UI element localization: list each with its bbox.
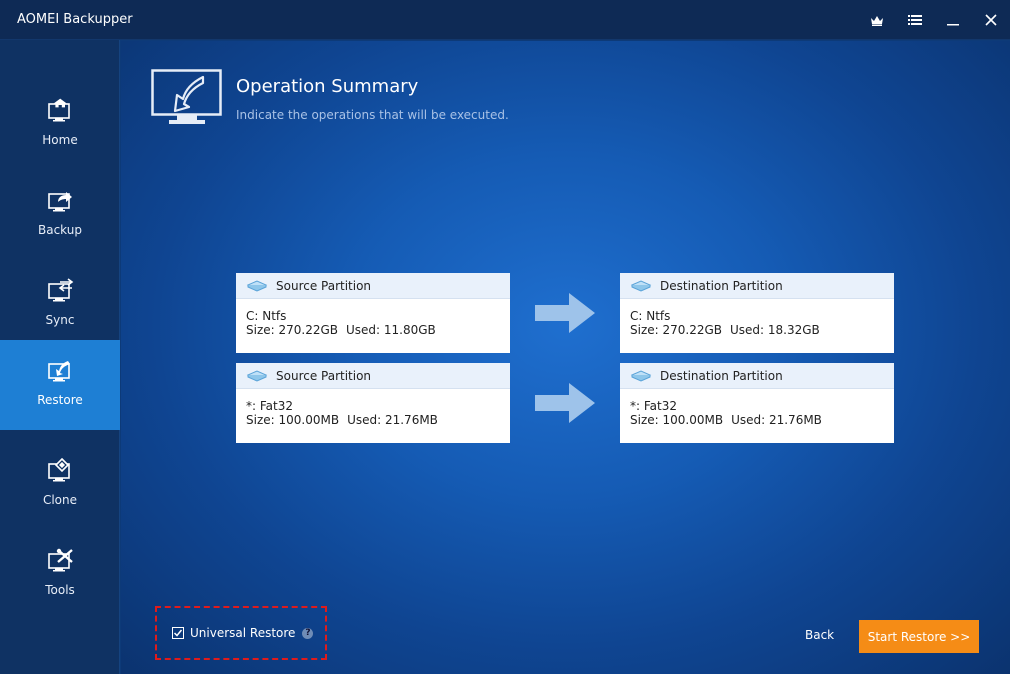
window-controls — [858, 0, 1010, 40]
menu-icon — [908, 15, 922, 25]
sidebar-item-clone[interactable]: Clone — [0, 440, 120, 530]
card-title: Destination Partition — [660, 278, 783, 293]
minimize-button[interactable] — [934, 0, 972, 40]
arrow-right-icon — [535, 293, 595, 333]
partition-size: Size: 100.00MB — [246, 413, 340, 427]
universal-restore-highlight: Universal Restore ? — [155, 606, 327, 660]
back-button[interactable]: Back — [805, 628, 834, 642]
destination-partition-card: Destination Partition *: Fat32 Size: 100… — [620, 363, 894, 443]
sidebar-item-home[interactable]: Home — [0, 80, 120, 170]
card-header: Destination Partition — [620, 363, 894, 389]
card-body: *: Fat32 Size: 100.00MB Used: 21.76MB — [620, 389, 894, 427]
source-partition-card: Source Partition *: Fat32 Size: 100.00MB… — [236, 363, 510, 443]
partition-stats: Size: 270.22GB Used: 11.80GB — [246, 323, 510, 337]
card-header: Destination Partition — [620, 273, 894, 299]
title-bar: AOMEI Backupper — [0, 0, 1010, 40]
sidebar: Home Backup Sync Restore Clone Tools — [0, 40, 120, 674]
destination-partition-card: Destination Partition C: Ntfs Size: 270.… — [620, 273, 894, 353]
page-subtitle: Indicate the operations that will be exe… — [236, 108, 509, 122]
disk-icon — [630, 279, 652, 292]
start-restore-button[interactable]: Start Restore >> — [859, 620, 979, 653]
partition-used: Used: 21.76MB — [347, 413, 438, 427]
tools-icon — [48, 548, 73, 572]
sidebar-item-label: Backup — [38, 223, 82, 237]
main-panel: Operation Summary Indicate the operation… — [121, 41, 1010, 674]
backup-icon — [48, 192, 72, 212]
card-header: Source Partition — [236, 363, 510, 389]
partition-size: Size: 270.22GB — [246, 323, 339, 337]
card-body: C: Ntfs Size: 270.22GB Used: 11.80GB — [236, 299, 510, 337]
close-button[interactable] — [972, 0, 1010, 40]
sidebar-item-tools[interactable]: Tools — [0, 530, 120, 620]
partition-stats: Size: 100.00MB Used: 21.76MB — [246, 413, 510, 427]
restore-monitor-icon — [151, 69, 222, 124]
menu-button[interactable] — [896, 0, 934, 40]
sidebar-item-label: Home — [42, 133, 78, 147]
help-icon[interactable]: ? — [302, 627, 314, 639]
partition-used: Used: 21.76MB — [731, 413, 822, 427]
home-icon — [48, 98, 70, 122]
partition-name: C: Ntfs — [630, 309, 671, 323]
crown-icon — [871, 16, 883, 26]
page-title: Operation Summary — [236, 76, 419, 97]
universal-restore-checkbox[interactable] — [172, 627, 184, 639]
sidebar-item-label: Clone — [42, 493, 78, 507]
card-title: Source Partition — [276, 368, 372, 383]
card-body: C: Ntfs Size: 270.22GB Used: 18.32GB — [620, 299, 894, 337]
card-body: *: Fat32 Size: 100.00MB Used: 21.76MB — [236, 389, 510, 427]
partition-stats: Size: 100.00MB Used: 21.76MB — [630, 413, 894, 427]
partition-used: Used: 18.32GB — [730, 323, 820, 337]
disk-icon — [246, 369, 268, 382]
minimize-icon — [947, 24, 959, 26]
sidebar-item-label: Restore — [37, 393, 83, 407]
app-title: AOMEI Backupper — [17, 12, 133, 27]
partition-name: *: Fat32 — [630, 399, 677, 413]
disk-icon — [630, 369, 652, 382]
sidebar-item-sync[interactable]: Sync — [0, 260, 120, 350]
card-header: Source Partition — [236, 273, 510, 299]
close-icon — [985, 14, 997, 26]
disk-icon — [246, 279, 268, 292]
partition-stats: Size: 270.22GB Used: 18.32GB — [630, 323, 894, 337]
card-title: Destination Partition — [660, 368, 783, 383]
sidebar-item-backup[interactable]: Backup — [0, 170, 120, 260]
clone-icon — [48, 458, 70, 482]
partition-size: Size: 100.00MB — [630, 413, 724, 427]
card-title: Source Partition — [276, 278, 372, 293]
sidebar-item-label: Sync — [45, 313, 75, 327]
sidebar-item-label: Tools — [45, 583, 75, 597]
partition-used: Used: 11.80GB — [346, 323, 436, 337]
source-partition-card: Source Partition C: Ntfs Size: 270.22GB U… — [236, 273, 510, 353]
partition-size: Size: 270.22GB — [630, 323, 723, 337]
partition-name: C: Ntfs — [246, 309, 287, 323]
restore-icon — [48, 361, 70, 382]
crown-button[interactable] — [858, 0, 896, 40]
checkmark-icon — [173, 629, 183, 637]
universal-restore-label[interactable]: Universal Restore — [190, 626, 295, 640]
arrow-right-icon — [535, 383, 595, 423]
sidebar-item-restore[interactable]: Restore — [0, 340, 120, 430]
partition-name: *: Fat32 — [246, 399, 293, 413]
sync-icon — [48, 278, 74, 302]
